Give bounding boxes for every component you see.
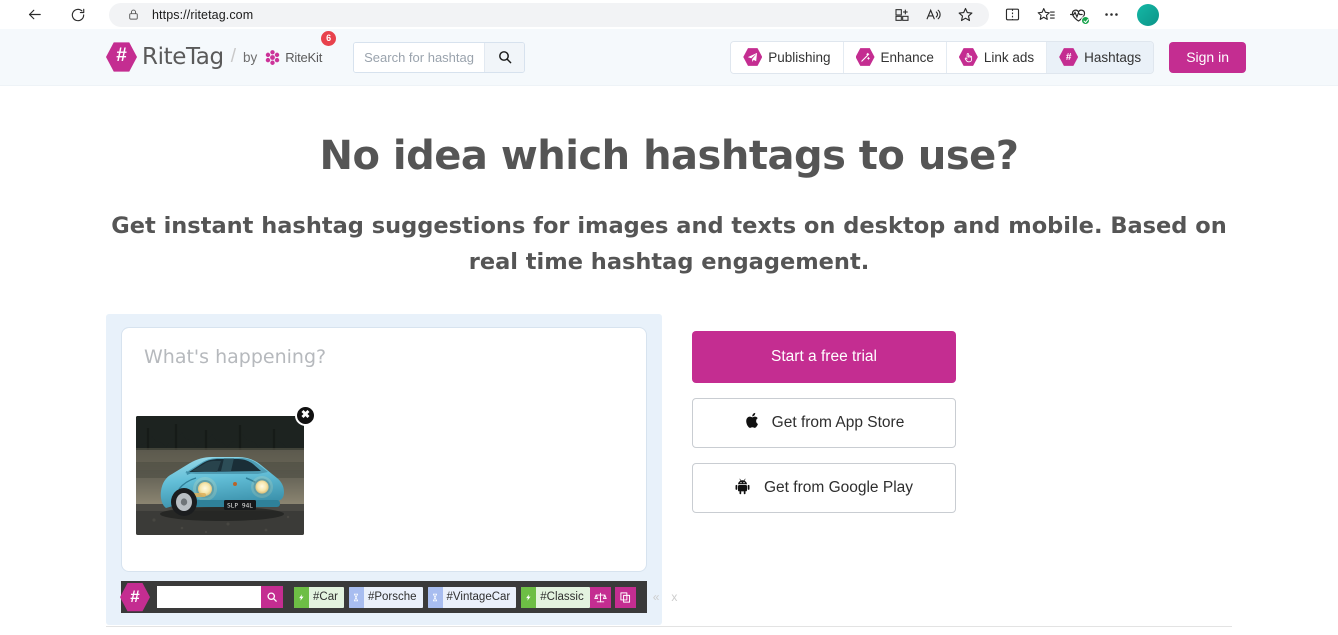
settings-more-icon[interactable] [1102,5,1121,24]
header-hashtag-search[interactable] [353,41,526,73]
hourglass-icon [348,586,364,608]
ritekit-flower-icon [264,49,281,66]
copy-tags-icon[interactable] [614,586,636,608]
cta-column: Start a free trial Get from App Store Ge… [692,314,956,625]
page-subtitle: Get instant hashtag suggestions for imag… [111,213,1227,275]
app-store-button[interactable]: Get from App Store [692,398,956,449]
favorite-star-icon[interactable] [956,5,975,24]
lightning-bolt-icon [294,586,309,608]
collections-icon[interactable] [1036,5,1055,24]
lightning-bolt-icon [521,586,537,608]
hashtag-toolbar: # #Car #Porsche #VintageCar #Classic « x [120,581,677,614]
hashtag-chip-label: #Classic [540,591,584,604]
nav-label: Hashtags [1084,49,1142,65]
ritekit-name: RiteKit [285,49,323,65]
composer-card: What's happening? SLP 94L ✖ # #Car #Pors… [106,314,677,626]
search-input[interactable] [354,42,485,72]
nav-item-publishing[interactable]: Publishing [731,41,844,73]
split-screen-add-icon[interactable] [892,5,911,24]
back-arrow-icon [28,9,41,20]
address-bar[interactable]: https://ritetag.com [109,2,989,27]
pointing-hand-icon [958,48,978,66]
brand-separator: / [230,46,236,67]
hashtag-chip-label: #Car [313,591,338,604]
url-text: https://ritetag.com [152,7,254,22]
brand-logo[interactable]: # RiteTag / by RiteKit 6 [106,30,337,73]
porsche-911-photo: SLP 94L [136,416,304,536]
apple-icon [744,411,761,435]
attachment-wrapper: SLP 94L ✖ [136,405,316,536]
hashtag-chip[interactable]: #VintageCar [427,586,517,608]
paper-plane-icon [743,48,763,66]
hashtag-chip[interactable]: #Porsche [348,586,423,608]
search-icon [498,51,511,64]
nav-item-enhance[interactable]: Enhance [843,41,947,73]
compare-scales-icon[interactable] [589,586,611,608]
browser-chrome: https://ritetag.com [0,0,1338,29]
brand-by-label: by [242,49,258,65]
lock-icon [127,8,140,21]
nav-label: Link ads [983,49,1035,65]
google-play-label: Get from Google Play [763,479,914,497]
hero-section: No idea which hashtags to use? Get insta… [0,86,1338,280]
brand-name: RiteTag [142,44,224,70]
hashtag-icon: # [1059,48,1079,66]
nav-item-hashtags[interactable]: # Hashtags [1047,41,1154,73]
toolbar-hashtag-search[interactable] [157,586,283,609]
toolbar-search-button[interactable] [261,586,283,609]
profile-avatar[interactable] [1137,3,1159,26]
hashtag-chip[interactable]: #Classic [521,586,590,608]
svg-text:SLP 94L: SLP 94L [227,503,253,510]
search-icon [267,592,277,602]
browser-refresh-button[interactable] [64,2,92,28]
nav-label: Enhance [880,49,934,65]
hashtag-chip-label: #VintageCar [446,591,511,604]
remove-attachment-button[interactable]: ✖ [295,405,316,427]
nav-label: Publishing [768,49,831,65]
toolbar-search-input[interactable] [157,586,261,609]
browser-essentials-icon[interactable] [1069,5,1090,25]
app-store-label: Get from App Store [771,414,905,432]
read-aloud-icon[interactable] [924,5,943,24]
start-free-trial-button[interactable]: Start a free trial [692,331,956,384]
split-screen-icon[interactable] [1003,5,1022,24]
toolbar-collapse-button[interactable]: « [652,590,661,604]
page-title: No idea which hashtags to use? [319,133,1019,179]
search-button[interactable] [484,42,525,72]
nav-button-group: Publishing Enhance Link ads # Hashtags [730,40,1155,74]
hashtag-chip-label: #Porsche [367,591,417,604]
hourglass-icon [427,586,443,608]
toolbar-close-button[interactable]: x [670,590,678,604]
hashtag-chip-list: #Car #Porsche #VintageCar #Classic [294,586,590,608]
browser-toolbar-right [1003,3,1161,26]
magic-wand-icon [855,48,875,66]
hashtag-chip[interactable]: #Car [294,586,344,608]
sign-in-button[interactable]: Sign in [1169,41,1246,73]
ritetag-hash-logo-icon: # [106,42,137,72]
browser-back-button[interactable] [20,2,48,28]
composer-textarea[interactable]: What's happening? SLP 94L ✖ [121,327,647,573]
ritetag-hash-icon: # [120,582,150,612]
site-header: # RiteTag / by RiteKit 6 Search for hash… [0,29,1338,86]
refresh-icon [71,8,85,21]
nav-item-link-ads[interactable]: Link ads [946,41,1048,73]
notification-badge: 6 [321,30,337,46]
page-content: # RiteTag / by RiteKit 6 Search for hash… [0,29,1338,635]
composer-placeholder: What's happening? [144,346,327,369]
section-divider [106,626,1232,627]
header-navigation: Publishing Enhance Link ads # Hashtags S… [730,40,1246,74]
essentials-status-badge [1081,16,1090,25]
demo-area: What's happening? SLP 94L ✖ # #Car #Pors… [0,314,1338,626]
android-icon [735,476,753,500]
toolbar-actions: « x [589,586,679,608]
attached-image[interactable]: SLP 94L [136,416,304,536]
google-play-button[interactable]: Get from Google Play [692,463,956,514]
